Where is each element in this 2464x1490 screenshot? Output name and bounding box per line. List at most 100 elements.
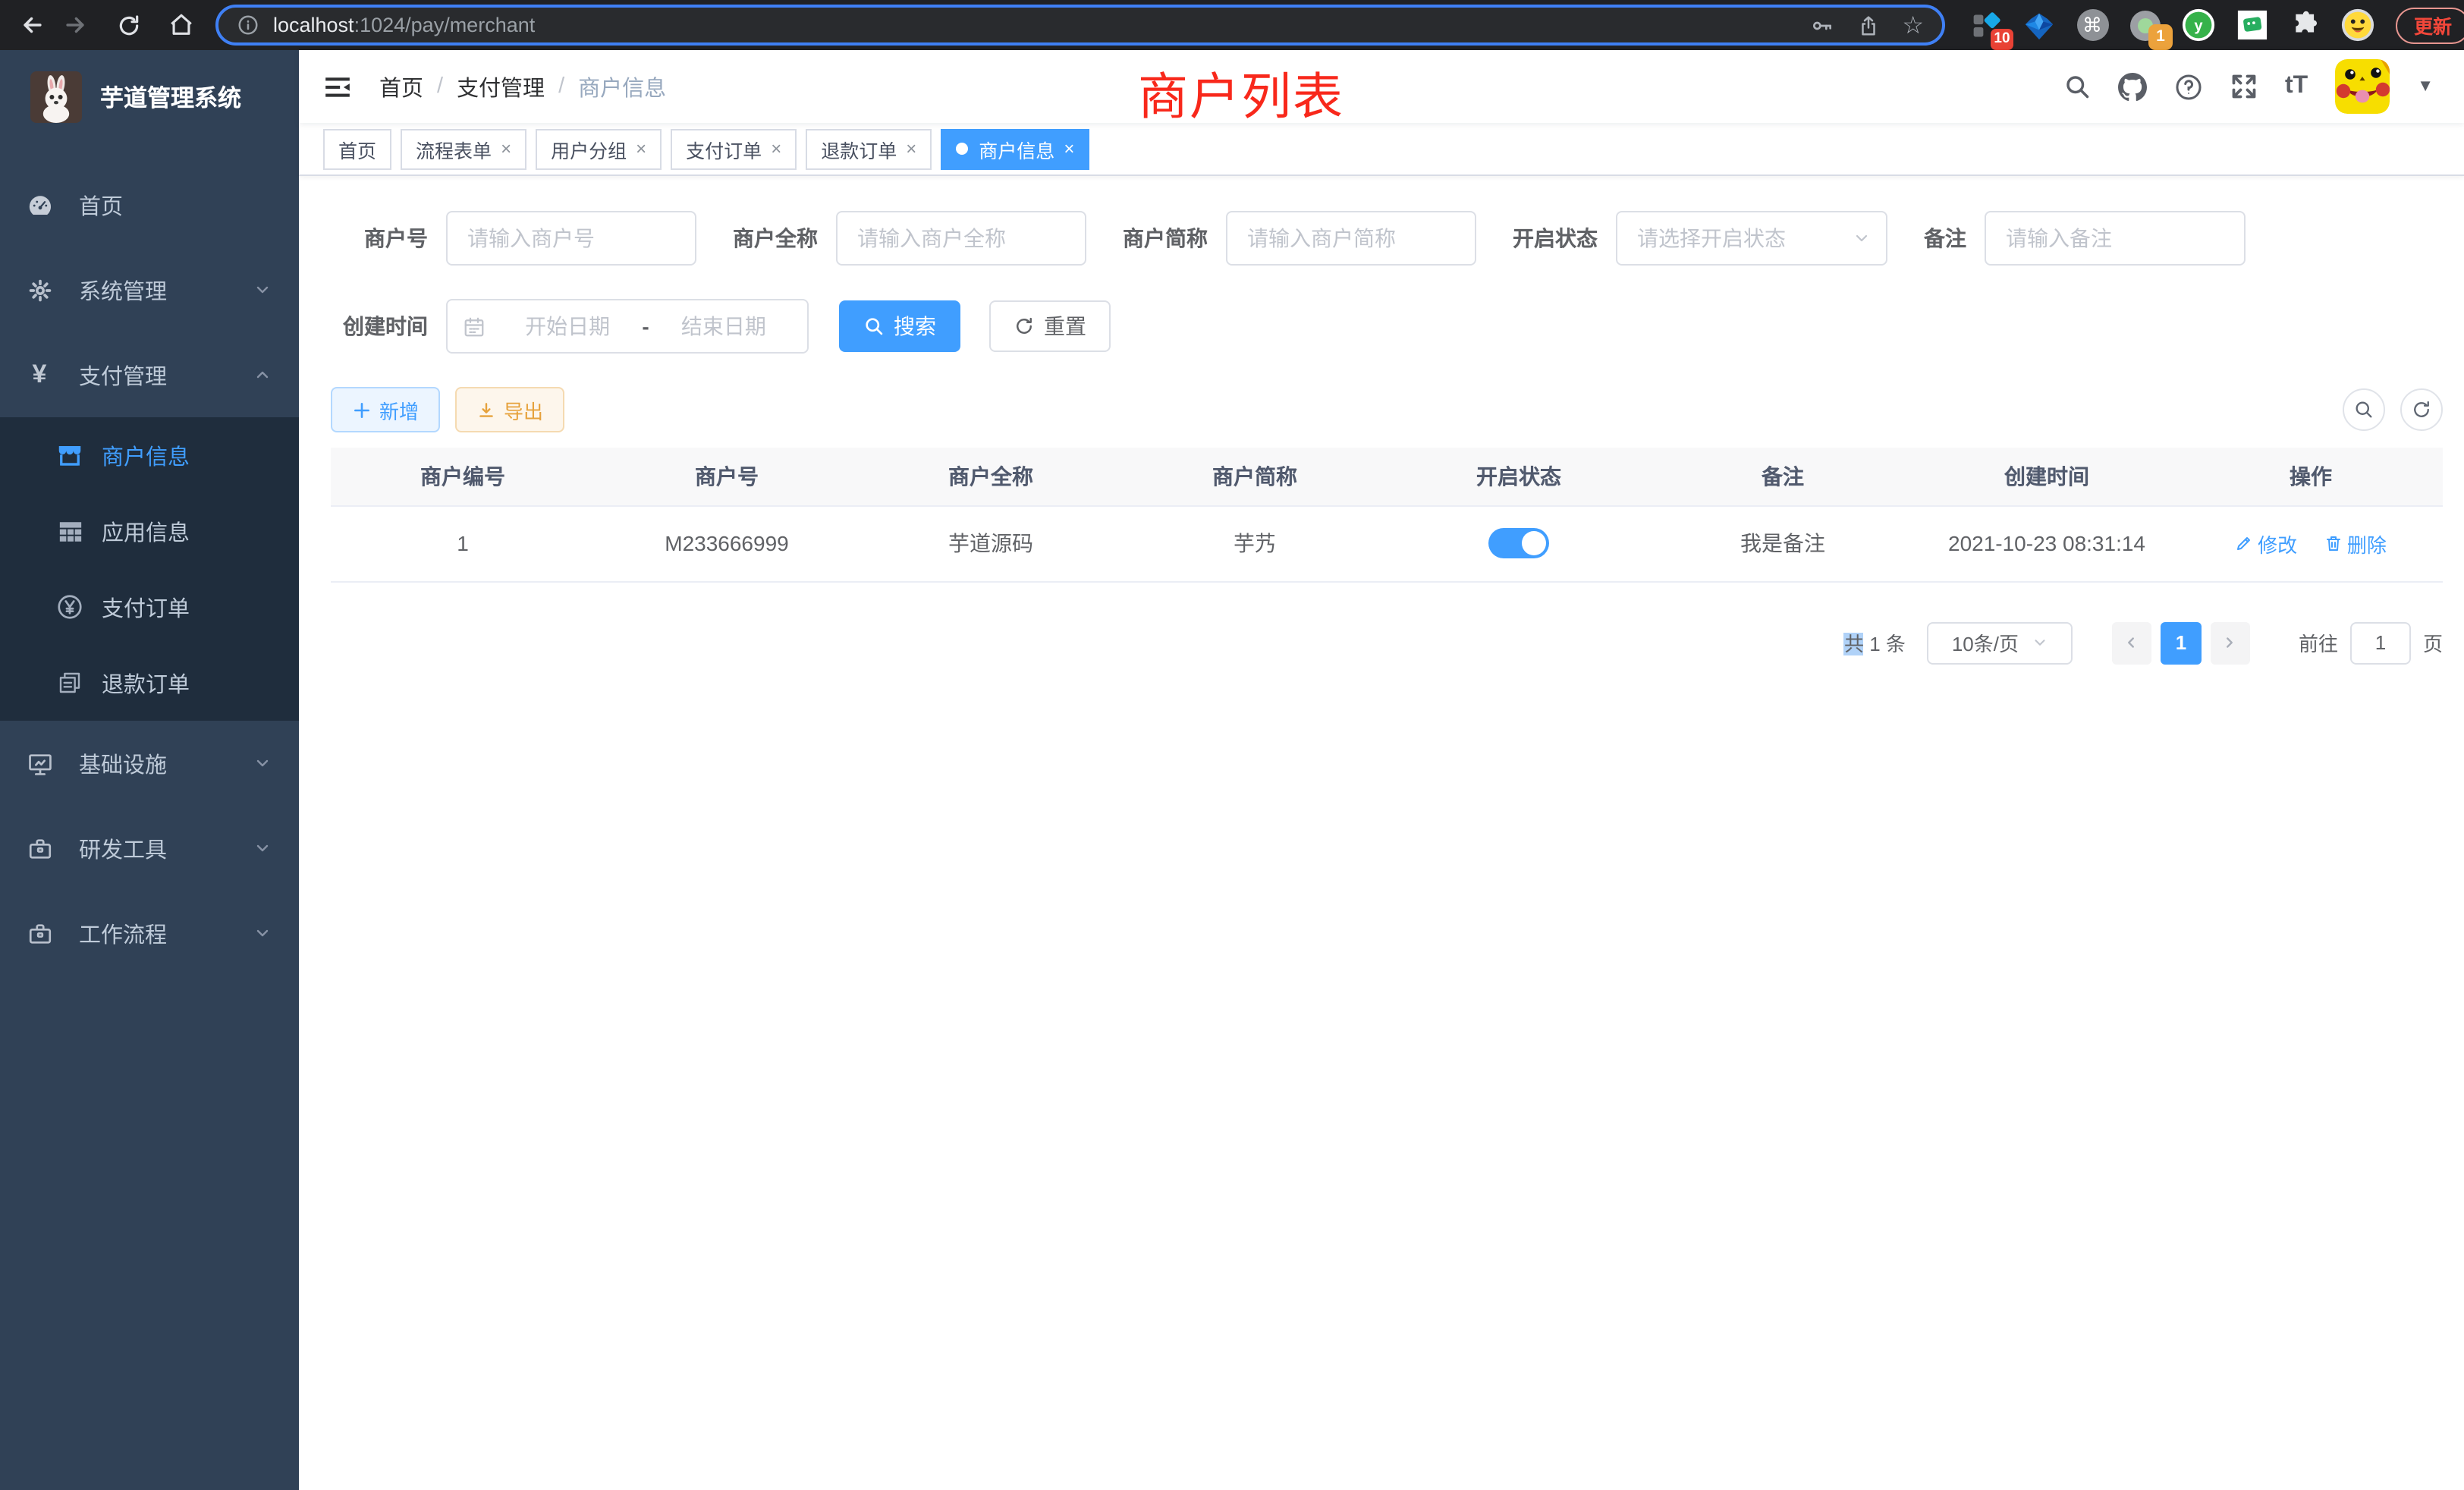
bookmark-star-icon[interactable]: ☆: [1902, 10, 1924, 40]
extension-gem-icon[interactable]: [2022, 8, 2056, 42]
merchant-no-label: 商户号: [331, 223, 428, 253]
share-icon[interactable]: [1856, 13, 1879, 37]
address-bar[interactable]: localhost:1024/pay/merchant ☆: [215, 5, 1945, 46]
extension-sidekick-icon[interactable]: 10: [1969, 8, 2003, 42]
status-select[interactable]: 请选择开启状态: [1616, 211, 1887, 266]
table-row: 1 M233666999 芋道源码 芋艿 我是备注 2021-10-23 08:…: [331, 505, 2443, 581]
help-icon[interactable]: [2174, 72, 2203, 101]
sidebar-item-label: 系统管理: [79, 274, 167, 306]
documents-icon: [56, 671, 83, 695]
screen: localhost:1024/pay/merchant ☆ 10 ⌘: [0, 0, 2464, 1490]
merchant-no-input[interactable]: [446, 211, 696, 266]
col-create-time: 创建时间: [1915, 448, 2179, 505]
tab-merchant-info[interactable]: 商户信息 ×: [941, 128, 1089, 169]
delete-link[interactable]: 删除: [2324, 529, 2387, 558]
full-name-label: 商户全称: [733, 223, 818, 253]
dashboard-icon: [26, 192, 53, 218]
tab-pay-order[interactable]: 支付订单×: [671, 128, 797, 169]
sidebar-item-workflow[interactable]: 工作流程: [0, 891, 299, 976]
page-size-select[interactable]: 10条/页: [1927, 621, 2073, 664]
tab-close-icon[interactable]: ×: [771, 138, 781, 159]
total-suffix: 条: [1886, 633, 1906, 655]
password-key-icon[interactable]: [1809, 13, 1834, 37]
breadcrumb-home[interactable]: 首页: [379, 71, 423, 102]
status-toggle[interactable]: [1488, 528, 1549, 558]
prev-page-button[interactable]: [2112, 621, 2151, 664]
sidebar-collapse-icon[interactable]: [323, 72, 352, 101]
sidebar-item-infra[interactable]: 基础设施: [0, 721, 299, 806]
extension-yuque-icon[interactable]: y: [2182, 8, 2215, 42]
col-short-name: 商户简称: [1123, 448, 1387, 505]
search-button[interactable]: 搜索: [839, 300, 960, 352]
sidebar-item-app-info[interactable]: 应用信息: [0, 493, 299, 569]
browser-back-icon[interactable]: [15, 8, 49, 42]
tab-close-icon[interactable]: ×: [906, 138, 916, 159]
browser-home-icon[interactable]: [164, 8, 197, 42]
toggle-knob: [1522, 531, 1546, 555]
sidebar-item-home[interactable]: 首页: [0, 162, 299, 247]
export-button-label: 导出: [504, 395, 543, 424]
app-title: 芋道管理系统: [100, 80, 241, 114]
tab-refund-order[interactable]: 退款订单 ×: [806, 128, 932, 169]
tab-process-form[interactable]: 流程表单×: [401, 128, 526, 169]
sidebar-item-label: 支付订单: [102, 591, 190, 623]
browser-forward-icon[interactable]: [58, 8, 91, 42]
chevron-down-icon: [1853, 229, 1871, 247]
profile-emoji-icon[interactable]: [2341, 8, 2374, 42]
chevron-down-icon: [2031, 634, 2048, 651]
full-name-input[interactable]: [836, 211, 1086, 266]
pay-submenu: 商户信息 应用信息 支付订单: [0, 417, 299, 721]
font-size-icon[interactable]: tT: [2285, 73, 2308, 100]
remark-input[interactable]: [1985, 211, 2246, 266]
extension-chat-icon[interactable]: [2235, 8, 2268, 42]
chrome-update-button[interactable]: 更新: [2396, 7, 2464, 43]
show-search-toggle-button[interactable]: [2343, 388, 2385, 431]
refresh-table-button[interactable]: [2400, 388, 2443, 431]
breadcrumb-pay[interactable]: 支付管理: [457, 71, 545, 102]
calendar-icon: [463, 315, 486, 338]
sidebar-item-merchant-info[interactable]: 商户信息: [0, 417, 299, 493]
sidebar-item-dev-tools[interactable]: 研发工具: [0, 806, 299, 891]
filter-row-1: 商户号 商户全称 商户简称 开启状态 请选择开启状态: [331, 211, 2443, 266]
chevron-up-icon: [253, 366, 272, 384]
sidebar-item-pay[interactable]: ¥ 支付管理: [0, 332, 299, 417]
edit-link[interactable]: 修改: [2235, 529, 2297, 558]
github-icon[interactable]: [2118, 72, 2147, 101]
extension-recorder-icon[interactable]: 1: [2129, 8, 2162, 42]
page-number-1[interactable]: 1: [2161, 621, 2202, 664]
yen-circle-icon: [56, 593, 83, 621]
sidebar-item-label: 工作流程: [79, 917, 167, 949]
fullscreen-icon[interactable]: [2230, 73, 2258, 100]
sidebar-item-system[interactable]: 系统管理: [0, 247, 299, 332]
page-size-value: 10条/页: [1952, 628, 2019, 657]
sidebar-item-refund-order[interactable]: 退款订单: [0, 645, 299, 721]
next-page-button[interactable]: [2211, 621, 2250, 664]
sidebar-logo-row[interactable]: 芋道管理系统: [0, 50, 299, 123]
date-separator: -: [636, 314, 655, 338]
short-name-input[interactable]: [1226, 211, 1476, 266]
total-count: 1: [1864, 633, 1886, 655]
tab-close-icon[interactable]: ×: [1064, 138, 1074, 159]
tab-home[interactable]: 首页: [323, 128, 391, 169]
search-button-label: 搜索: [894, 311, 936, 341]
tab-label: 商户信息: [979, 134, 1054, 163]
breadcrumb-current: 商户信息: [578, 71, 666, 102]
tab-close-icon[interactable]: ×: [636, 138, 646, 159]
avatar-caret-icon[interactable]: ▼: [2417, 77, 2434, 96]
add-button-label: 新增: [379, 395, 419, 424]
tab-close-icon[interactable]: ×: [501, 138, 511, 159]
browser-reload-icon[interactable]: [112, 8, 146, 42]
create-time-range-picker[interactable]: 开始日期 - 结束日期: [446, 299, 809, 354]
extensions-puzzle-icon[interactable]: [2288, 8, 2321, 42]
tab-user-group[interactable]: 用户分组×: [536, 128, 662, 169]
site-info-icon[interactable]: [237, 14, 259, 36]
tab-label: 退款订单: [821, 134, 897, 163]
header-search-icon[interactable]: [2063, 73, 2091, 100]
reset-button[interactable]: 重置: [989, 300, 1111, 352]
sidebar-item-pay-order[interactable]: 支付订单: [0, 569, 299, 645]
extension-command-icon[interactable]: ⌘: [2076, 8, 2109, 42]
goto-page-input[interactable]: [2350, 621, 2411, 664]
export-button[interactable]: 导出: [455, 387, 564, 432]
user-avatar[interactable]: [2335, 59, 2390, 114]
add-button[interactable]: 新增: [331, 387, 440, 432]
